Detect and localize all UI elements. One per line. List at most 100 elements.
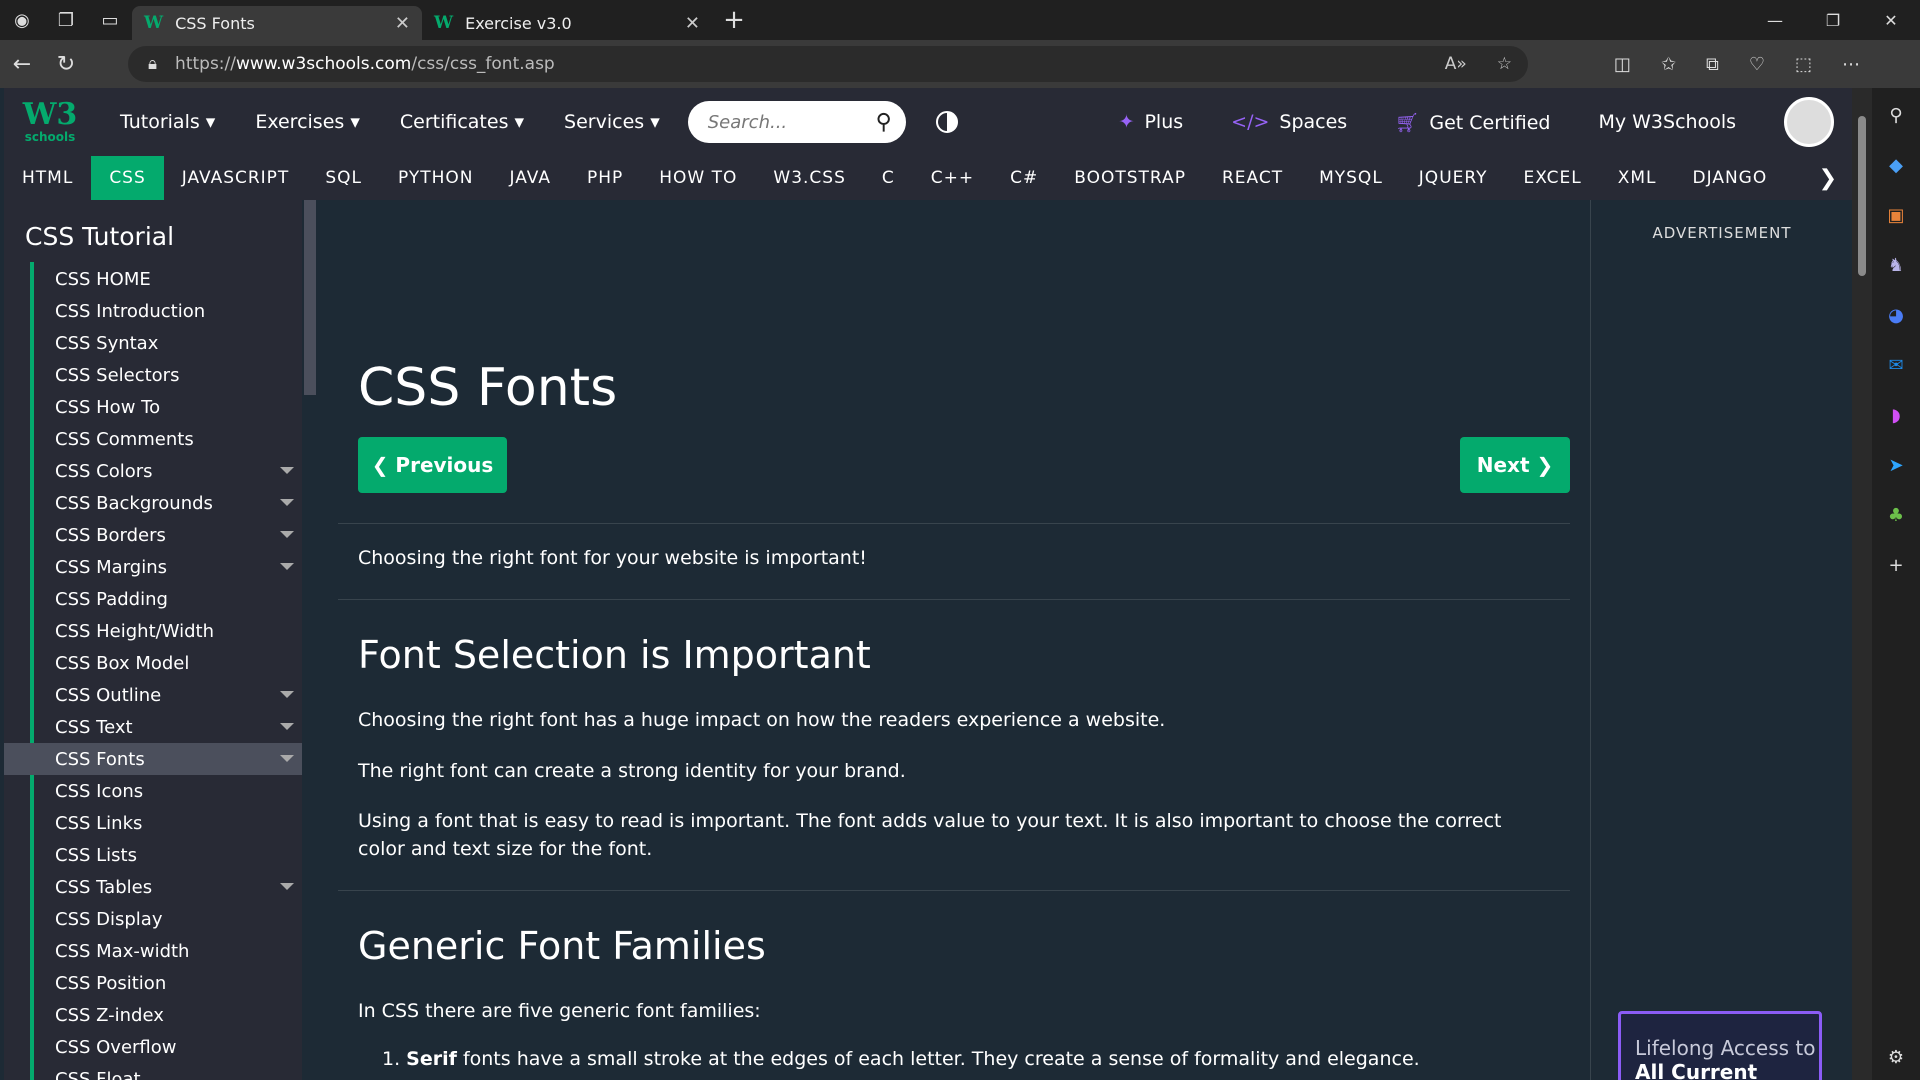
caret-down-icon[interactable] [280,691,294,698]
sidebar-item-css-outline[interactable]: CSS Outline [4,679,302,711]
sidebar-item-css-display[interactable]: CSS Display [4,903,302,935]
tree-icon[interactable]: ♣ [1883,502,1909,528]
subject-tab-c[interactable]: C [864,156,913,200]
get-certified-link[interactable]: 🛒︎ Get Certified [1395,111,1550,134]
settings-gear-icon[interactable]: ⚙ [1883,1044,1909,1070]
favorites-icon[interactable]: ✩ [1661,54,1676,75]
my-w3schools-link[interactable]: My W3Schools [1598,111,1736,133]
subject-tab-xml[interactable]: XML [1600,156,1675,200]
browser-tab-css-fonts[interactable]: W CSS Fonts ✕ [132,6,422,40]
workspaces-icon[interactable]: ❐ [44,0,88,40]
subject-tab-excel[interactable]: EXCEL [1505,156,1599,200]
subject-tab-jquery[interactable]: JQUERY [1401,156,1506,200]
sidebar-item-css-float[interactable]: CSS Float [4,1063,302,1080]
games-icon[interactable]: ♞ [1883,252,1909,278]
sidebar-item-css-comments[interactable]: CSS Comments [4,423,302,455]
w3schools-logo[interactable]: W3 schools [4,88,96,156]
sidebar-item-css-borders[interactable]: CSS Borders [4,519,302,551]
browser-essentials-icon[interactable]: ♡ [1749,54,1765,75]
spaces-link[interactable]: </> Spaces [1231,111,1347,133]
sidebar-item-css-introduction[interactable]: CSS Introduction [4,295,302,327]
sidebar-item-css-lists[interactable]: CSS Lists [4,839,302,871]
sidebar-item-css-colors[interactable]: CSS Colors [4,455,302,487]
subject-tab-html[interactable]: HTML [4,156,91,200]
more-options-icon[interactable]: ⋯ [1842,54,1860,75]
menu-tutorials[interactable]: Tutorials ▾ [120,111,215,133]
split-screen-icon[interactable]: ◫ [1614,54,1631,75]
sidebar-item-css-selectors[interactable]: CSS Selectors [4,359,302,391]
menu-exercises[interactable]: Exercises ▾ [255,111,360,133]
subject-tab-sql[interactable]: SQL [307,156,380,200]
sidebar-item-css-home[interactable]: CSS HOME [4,263,302,295]
subject-tab-css[interactable]: CSS [91,156,164,200]
menu-services[interactable]: Services ▾ [564,111,660,133]
sidebar-item-css-height-width[interactable]: CSS Height/Width [4,615,302,647]
outlook-icon[interactable]: ✉ [1883,352,1909,378]
sidebar-item-css-padding[interactable]: CSS Padding [4,583,302,615]
search-icon[interactable]: ⚲ [1883,102,1909,128]
subject-tab-javascript[interactable]: JAVASCRIPT [164,156,308,200]
caret-down-icon[interactable] [280,723,294,730]
close-tab-icon[interactable]: ✕ [685,13,700,34]
avatar[interactable] [1784,97,1834,147]
minimize-icon[interactable]: — [1746,0,1804,40]
sidebar-item-css-box-model[interactable]: CSS Box Model [4,647,302,679]
designer-icon[interactable]: ◗ [1883,402,1909,428]
caret-down-icon[interactable] [280,563,294,570]
sidebar-item-css-margins[interactable]: CSS Margins [4,551,302,583]
plus-link[interactable]: ✦ Plus [1119,111,1184,133]
profile-icon[interactable]: ◉ [0,0,44,40]
page-scroll-thumb[interactable] [1858,116,1866,276]
dark-mode-toggle-icon[interactable] [935,111,958,133]
subject-tab-django[interactable]: DJANGO [1675,156,1786,200]
chevron-right-icon[interactable]: ❯ [1819,166,1838,191]
sidebar-scroll-thumb[interactable] [304,200,316,395]
sidebar-item-css-overflow[interactable]: CSS Overflow [4,1031,302,1063]
caret-down-icon[interactable] [280,883,294,890]
close-tab-icon[interactable]: ✕ [395,13,410,34]
caret-down-icon[interactable] [280,531,294,538]
url-field[interactable]: 🔒︎ https://www.w3schools.com/css/css_fon… [128,46,1528,82]
lock-icon[interactable]: 🔒︎ [148,54,157,74]
favorite-star-icon[interactable]: ☆ [1497,54,1512,74]
menu-certificates[interactable]: Certificates ▾ [400,111,524,133]
sidebar-item-css-links[interactable]: CSS Links [4,807,302,839]
copilot-icon[interactable]: ◕ [1883,302,1909,328]
subject-tab-mysql[interactable]: MYSQL [1301,156,1401,200]
sidebar-item-css-how-to[interactable]: CSS How To [4,391,302,423]
subject-tab-java[interactable]: JAVA [492,156,569,200]
restore-icon[interactable]: ❐ [1804,0,1862,40]
subject-tab-react[interactable]: REACT [1204,156,1301,200]
sidebar-item-css-syntax[interactable]: CSS Syntax [4,327,302,359]
new-tab-icon[interactable]: + [712,5,756,35]
subject-tab-php[interactable]: PHP [569,156,641,200]
close-window-icon[interactable]: ✕ [1862,0,1920,40]
tools-icon[interactable]: ▣ [1883,202,1909,228]
tab-actions-icon[interactable]: ▭ [88,0,132,40]
search-icon[interactable]: ⚲ [876,110,892,135]
collections-icon[interactable]: ⧉ [1706,54,1719,75]
sidebar-scrollbar[interactable] [302,200,318,1080]
sidebar-item-css-position[interactable]: CSS Position [4,967,302,999]
shopping-tag-icon[interactable]: ◆ [1883,152,1909,178]
subject-tab-c-[interactable]: C++ [913,156,992,200]
subject-tab-c-[interactable]: C# [992,156,1056,200]
previous-button[interactable]: ❮ Previous [358,437,507,493]
sidebar-item-css-text[interactable]: CSS Text [4,711,302,743]
sidebar-item-css-z-index[interactable]: CSS Z-index [4,999,302,1031]
back-icon[interactable]: ← [0,52,44,77]
send-icon[interactable]: ➤ [1883,452,1909,478]
subject-tab-how-to[interactable]: HOW TO [641,156,755,200]
sidebar-item-css-fonts[interactable]: CSS Fonts [4,743,302,775]
subject-tab-python[interactable]: PYTHON [380,156,492,200]
add-icon[interactable]: + [1883,552,1909,578]
caret-down-icon[interactable] [280,467,294,474]
browser-tab-exercise[interactable]: W Exercise v3.0 ✕ [422,6,712,40]
next-button[interactable]: Next ❯ [1460,437,1570,493]
sidebar-item-css-max-width[interactable]: CSS Max-width [4,935,302,967]
sidebar-item-css-icons[interactable]: CSS Icons [4,775,302,807]
caret-down-icon[interactable] [280,499,294,506]
sidebar-item-css-backgrounds[interactable]: CSS Backgrounds [4,487,302,519]
read-aloud-icon[interactable]: A» [1445,54,1467,74]
sidebar-item-css-tables[interactable]: CSS Tables [4,871,302,903]
